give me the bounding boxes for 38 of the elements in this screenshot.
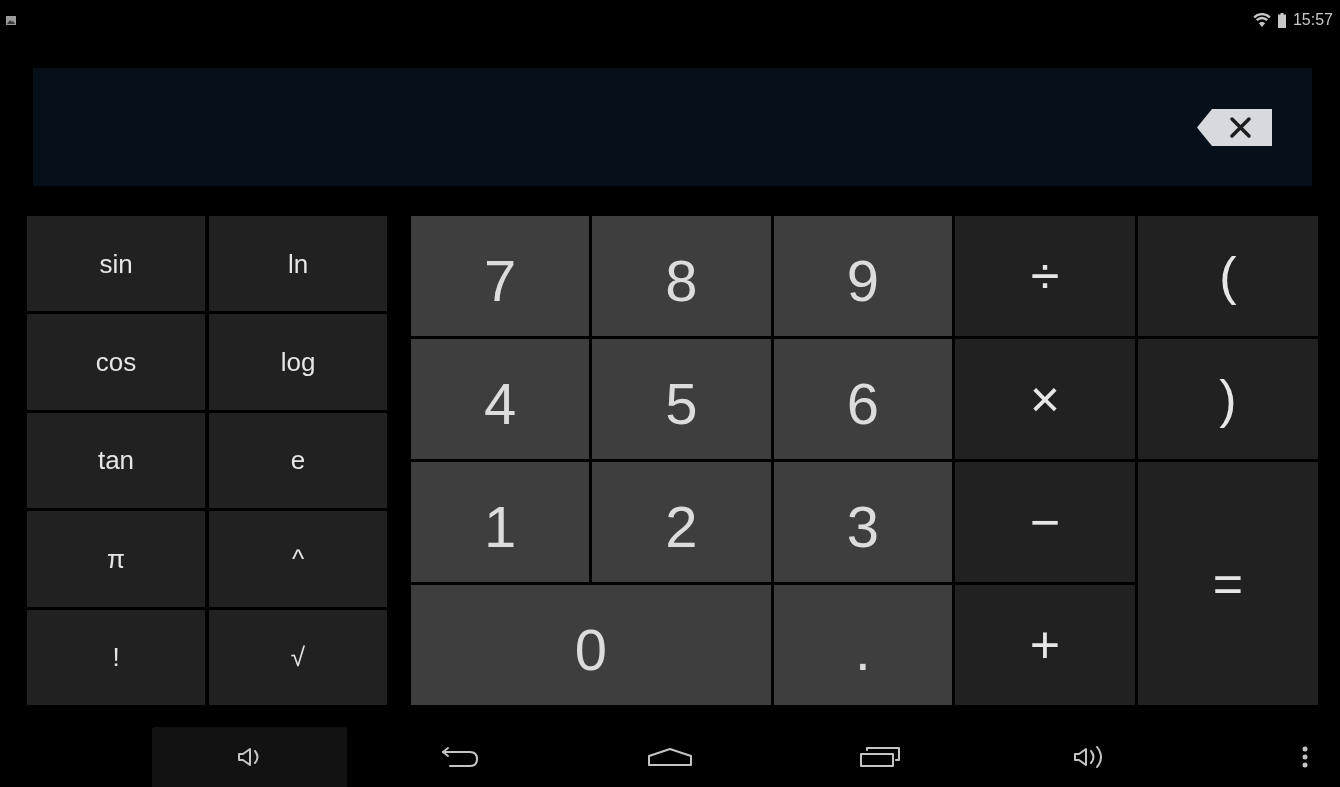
- function-key[interactable]: e: [209, 412, 387, 509]
- back-arrow-icon: [439, 746, 480, 768]
- display-field[interactable]: [33, 68, 1312, 186]
- picture-notification-icon: [6, 15, 16, 25]
- digit-key[interactable]: 7: [411, 216, 590, 336]
- overflow-menu-icon: [1302, 746, 1308, 768]
- function-key[interactable]: √: [209, 609, 387, 705]
- battery-icon: [1277, 12, 1286, 28]
- function-key[interactable]: ^: [209, 511, 387, 607]
- digit-key[interactable]: 1: [411, 462, 590, 582]
- digit-key[interactable]: 6: [773, 339, 952, 459]
- function-key[interactable]: π: [27, 511, 205, 607]
- operator-key[interactable]: +: [955, 585, 1135, 705]
- clock-time: 15:57: [1292, 12, 1333, 28]
- operator-key[interactable]: ): [1138, 339, 1318, 459]
- function-key[interactable]: ln: [209, 216, 387, 312]
- digit-key[interactable]: 8: [592, 216, 771, 336]
- function-key[interactable]: sin: [27, 216, 205, 312]
- digit-key[interactable]: 0: [411, 585, 771, 705]
- digit-key[interactable]: 9: [773, 216, 952, 336]
- function-key[interactable]: log: [209, 314, 387, 410]
- function-key[interactable]: !: [27, 609, 205, 705]
- operator-key[interactable]: −: [955, 462, 1135, 582]
- home-icon: [646, 747, 693, 767]
- digit-key[interactable]: 3: [773, 462, 952, 582]
- operator-key[interactable]: =: [1138, 462, 1318, 705]
- function-key[interactable]: tan: [27, 412, 205, 509]
- recents-icon: [858, 746, 901, 768]
- digit-key[interactable]: 5: [592, 339, 771, 459]
- operator-key[interactable]: (: [1138, 216, 1318, 336]
- operator-key[interactable]: ÷: [955, 216, 1135, 336]
- backspace-icon: [1197, 108, 1272, 146]
- digit-key[interactable]: .: [773, 585, 952, 705]
- operator-key[interactable]: ×: [955, 339, 1135, 459]
- digit-key[interactable]: 4: [411, 339, 590, 459]
- digit-key[interactable]: 2: [592, 462, 771, 582]
- wifi-icon: [1252, 13, 1271, 27]
- function-key[interactable]: cos: [27, 314, 205, 410]
